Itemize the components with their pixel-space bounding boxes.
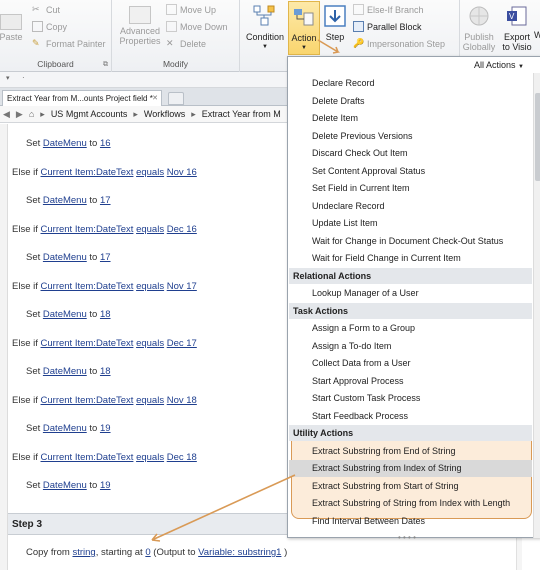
annotation-arrow-step [151,474,296,542]
annotation-arrow-action [317,39,341,54]
annotation-overlay [151,39,341,542]
